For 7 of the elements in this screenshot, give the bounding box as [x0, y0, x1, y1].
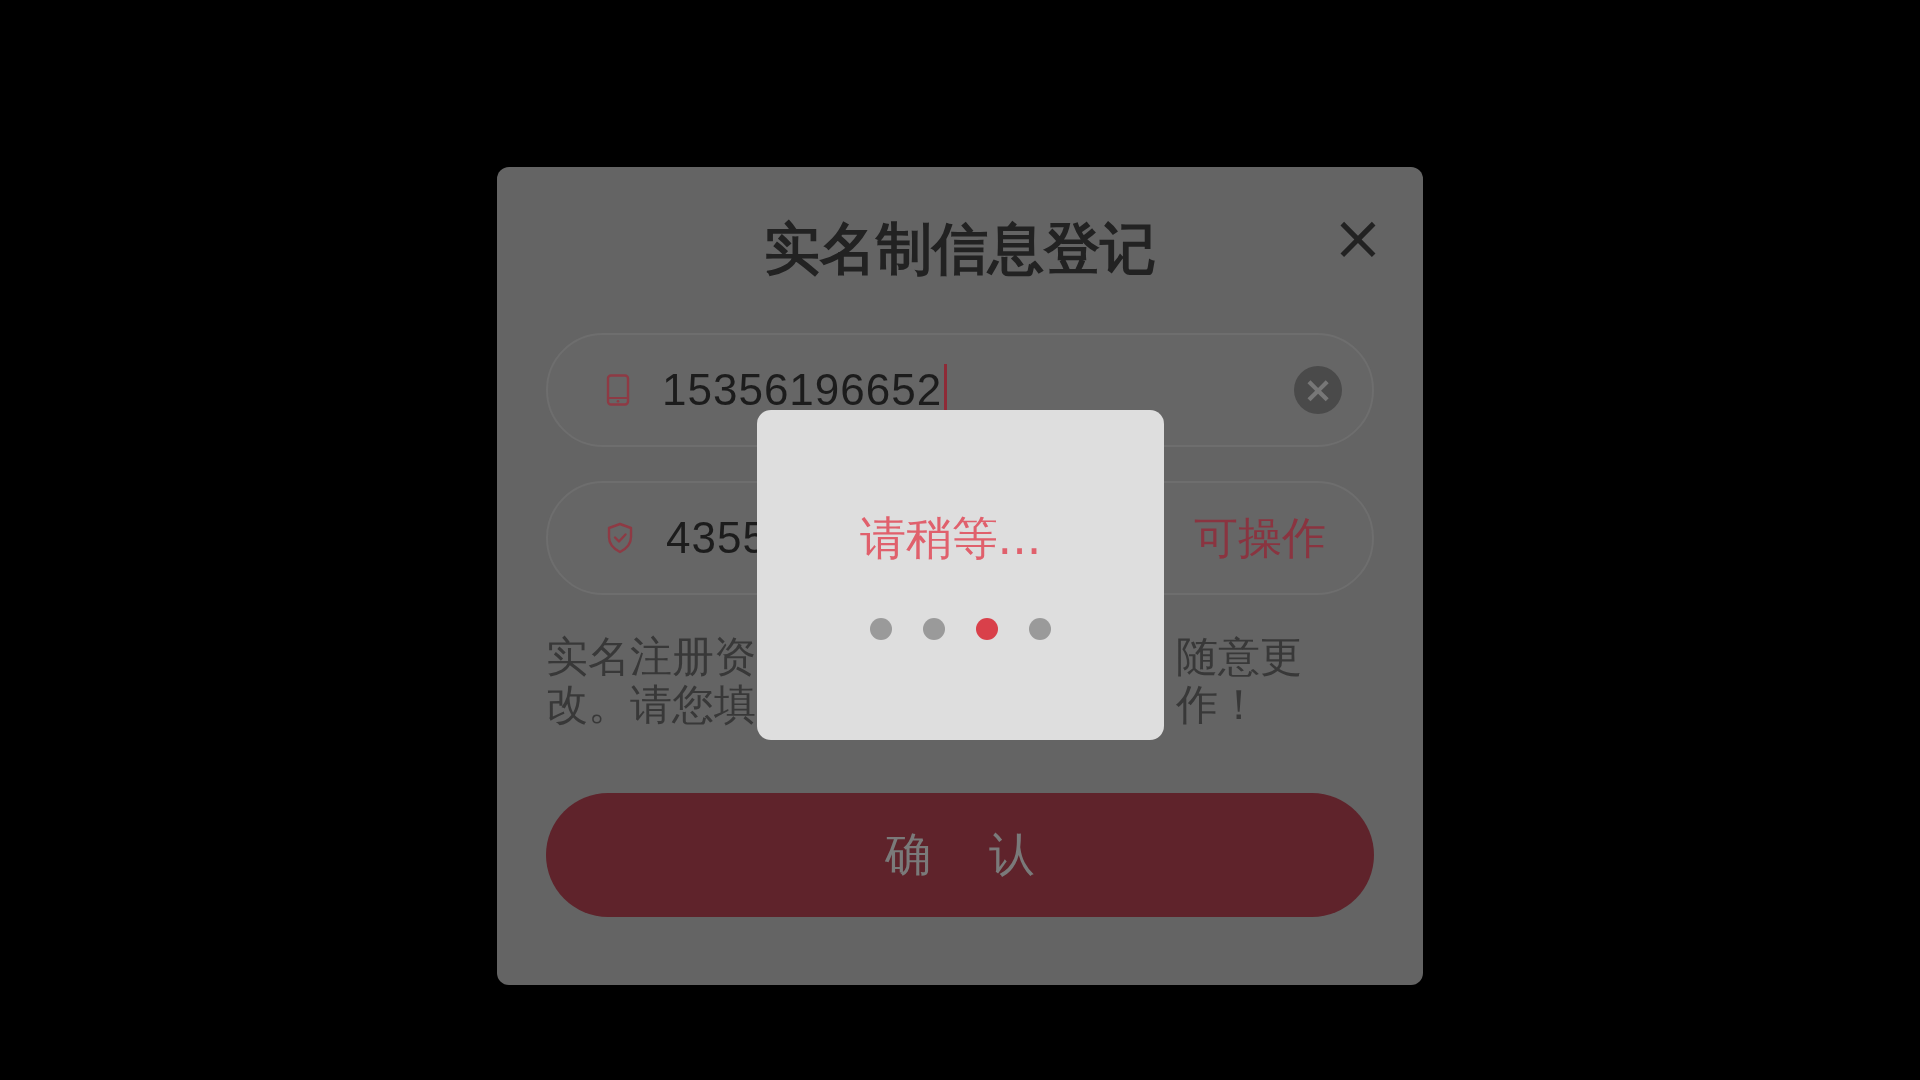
dialog-title: 实名制信息登记 — [764, 215, 1156, 283]
phone-number-text: 15356196652 — [662, 365, 943, 415]
loading-message: 请稍等... — [859, 510, 1042, 567]
close-button[interactable]: × — [1324, 207, 1392, 269]
clear-button[interactable]: × — [1294, 366, 1342, 414]
shield-icon — [606, 522, 634, 554]
phone-icon — [606, 374, 630, 406]
